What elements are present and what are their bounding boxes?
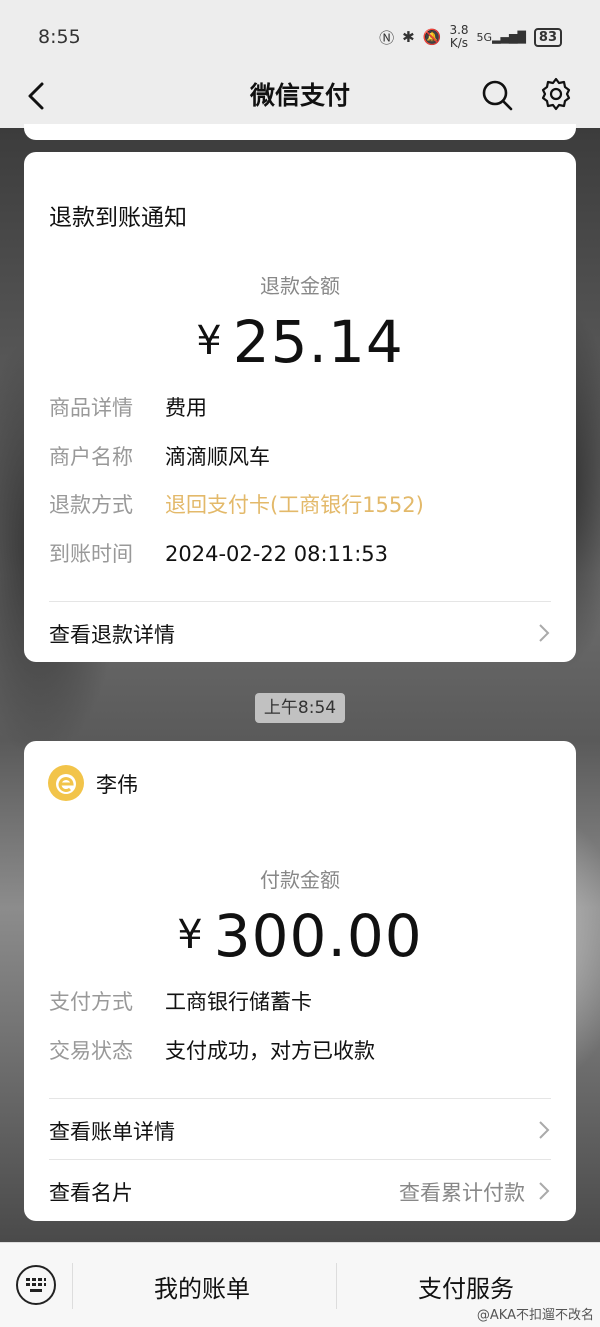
divider <box>49 601 551 602</box>
bluetooth-icon: ✱ <box>402 28 415 46</box>
row-key: 支付方式 <box>49 990 133 1014</box>
nfc-icon: Ⓝ <box>379 28 395 47</box>
keyboard-icon[interactable] <box>16 1265 56 1305</box>
row-key: 商品详情 <box>49 396 133 420</box>
search-icon[interactable] <box>480 78 514 112</box>
gear-icon[interactable] <box>538 76 574 112</box>
row-value: 滴滴顺风车 <box>165 445 270 469</box>
network-speed-value: 3.8 <box>449 23 469 37</box>
payment-amount: ¥300.00 <box>24 902 576 970</box>
row-key: 退款方式 <box>49 493 133 517</box>
amount-label: 退款金额 <box>260 274 340 298</box>
detail-row-arrival-time: 到账时间 2024-02-22 08:11:53 <box>49 538 388 568</box>
refund-amount: ¥25.14 <box>24 308 576 376</box>
battery-icon: 83 <box>533 27 562 47</box>
nav-bar: 微信支付 <box>0 64 600 128</box>
row-value: 退回支付卡(工商银行1552) <box>165 493 424 517</box>
row-key: 到账时间 <box>49 542 133 566</box>
amount-label: 付款金额 <box>260 868 340 892</box>
view-refund-details-link[interactable]: 查看退款详情 <box>49 619 551 649</box>
row-key: 交易状态 <box>49 1039 133 1063</box>
row-value: 支付成功，对方已收款 <box>165 1039 375 1063</box>
card-title: 退款到账通知 <box>49 205 187 231</box>
chevron-right-icon <box>539 1182 550 1200</box>
amount-value: 300.00 <box>213 902 423 970</box>
status-icons: Ⓝ ✱ 🔕 3.8 K/s 5G▂▄▆█ 83 <box>379 24 562 50</box>
tab-my-bill[interactable]: 我的账单 <box>154 1269 250 1304</box>
chevron-right-icon <box>539 624 550 642</box>
previous-card-edge <box>24 124 576 140</box>
keyboard-keys-icon <box>26 1278 46 1292</box>
view-card-link[interactable]: 查看名片 查看累计付款 <box>49 1177 551 1207</box>
bottom-menu-bar: 我的账单 支付服务 @AKA不扣遛不改名 <box>0 1242 600 1327</box>
amount-value: 25.14 <box>232 308 404 376</box>
row-value: 工商银行储蓄卡 <box>165 990 312 1014</box>
chevron-right-icon <box>539 1121 550 1139</box>
refund-notice-card[interactable]: 退款到账通知 退款金额 ¥25.14 商品详情 费用 商户名称 滴滴顺风车 退款方式… <box>24 152 576 662</box>
currency-symbol: ¥ <box>196 318 223 364</box>
avatar[interactable] <box>48 765 84 801</box>
row-key: 商户名称 <box>49 445 133 469</box>
view-cumulative-payment-link[interactable]: 查看累计付款 <box>399 1177 525 1207</box>
chat-timestamp: 上午8:54 <box>255 693 345 723</box>
link-label: 查看名片 <box>49 1181 133 1205</box>
detail-row-merchant: 商户名称 滴滴顺风车 <box>49 441 270 471</box>
separator <box>336 1263 337 1309</box>
network-speed: 3.8 K/s <box>449 24 468 50</box>
watermark: @AKA不扣遛不改名 <box>476 1308 594 1323</box>
avatar-e-icon <box>56 774 76 794</box>
view-bill-details-link[interactable]: 查看账单详情 <box>49 1116 551 1146</box>
currency-symbol: ¥ <box>177 912 204 958</box>
link-label: 查看账单详情 <box>49 1120 175 1144</box>
sender-name: 李伟 <box>96 773 138 797</box>
link-label: 查看退款详情 <box>49 623 175 647</box>
tab-pay-service[interactable]: 支付服务 <box>418 1269 514 1304</box>
row-value: 费用 <box>165 396 207 420</box>
detail-row-item: 商品详情 费用 <box>49 392 207 422</box>
separator <box>72 1263 73 1309</box>
status-bar: 8:55 Ⓝ ✱ 🔕 3.8 K/s 5G▂▄▆█ 83 <box>0 0 600 64</box>
signal-label: 5G <box>476 30 493 44</box>
detail-row-payment-method: 支付方式 工商银行储蓄卡 <box>49 986 312 1016</box>
detail-row-refund-method: 退款方式 退回支付卡(工商银行1552) <box>49 489 424 519</box>
status-time: 8:55 <box>38 26 81 48</box>
mute-icon: 🔕 <box>422 28 442 46</box>
row-value: 2024-02-22 08:11:53 <box>165 542 389 566</box>
divider <box>49 1098 551 1099</box>
signal-icon: 5G▂▄▆█ <box>476 30 526 44</box>
divider <box>49 1159 551 1160</box>
payment-card[interactable]: 李伟 付款金额 ¥300.00 支付方式 工商银行储蓄卡 交易状态 支付成功，对方已… <box>24 741 576 1221</box>
detail-row-status: 交易状态 支付成功，对方已收款 <box>49 1035 375 1065</box>
network-speed-unit: K/s <box>449 36 469 50</box>
